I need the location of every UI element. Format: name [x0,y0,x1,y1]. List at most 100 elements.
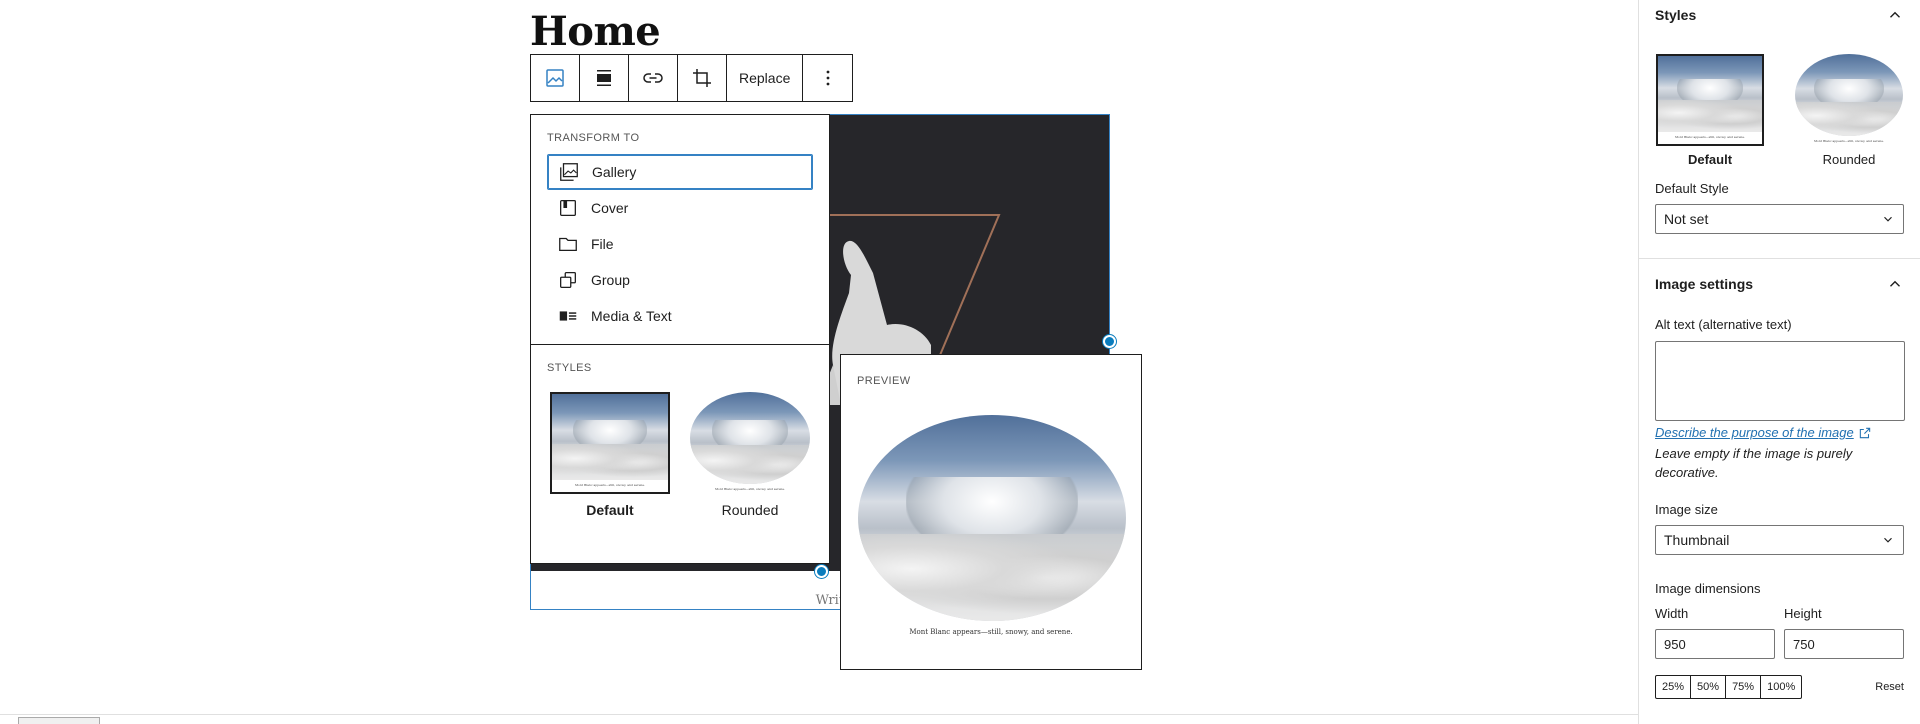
percent-25-button[interactable]: 25% [1656,676,1692,698]
image-settings-header[interactable]: Image settings [1639,269,1920,299]
external-link-icon [1859,427,1870,438]
image-size-label: Image size [1655,502,1718,517]
percent-50-button[interactable]: 50% [1691,676,1727,698]
align-button[interactable] [580,55,629,101]
style-preview-popover: Preview Mont Blanc appears—still, snowy,… [840,354,1142,670]
transform-item-media-text[interactable]: Media & Text [547,298,813,334]
style-label: Default [1687,152,1733,167]
alt-text-help-link[interactable]: Describe the purpose of the image [1639,425,1920,440]
image-icon [546,69,564,87]
settings-sidebar: Styles Mont Blanc appears—still, snowy, … [1638,0,1920,724]
transform-list: Transform to Gallery Cover File Group Me… [531,115,829,345]
style-thumbnail: Mont Blanc appears—still, snowy, and ser… [550,392,670,494]
sidebar-style-default[interactable]: Mont Blanc appears—still, snowy, and ser… [1655,54,1765,167]
editor-footer [0,714,1638,724]
styles-panel-title: Styles [1655,7,1697,23]
default-style-select[interactable]: Not set [1655,204,1904,234]
more-options-button[interactable] [803,55,853,101]
page-title[interactable]: Home [530,8,661,55]
transform-item-label: File [591,236,614,252]
height-input[interactable]: 750 [1784,629,1904,659]
style-thumbnail: Mont Blanc appears—still, snowy, and ser… [1795,54,1903,146]
styles-panel-header[interactable]: Styles [1639,0,1920,30]
align-icon [597,70,611,86]
resize-handle-bottom[interactable] [815,565,828,578]
image-size-value: Thumbnail [1664,532,1730,548]
image-settings-title: Image settings [1655,276,1754,292]
thumbnail-image [1658,56,1762,132]
transform-item-label: Gallery [592,164,637,180]
block-toolbar: Replace [530,54,854,102]
help-link-text: Describe the purpose of the image [1655,425,1854,440]
style-option-rounded[interactable]: Mont Blanc appears—still, snowy, and ser… [689,392,811,518]
thumbnail-caption: Mont Blanc appears—still, snowy, and ser… [1813,139,1884,143]
default-style-value: Not set [1664,211,1709,227]
image-size-select[interactable]: Thumbnail [1655,525,1904,555]
alt-text-label: Alt text (alternative text) [1655,317,1792,332]
transform-item-label: Media & Text [591,308,672,324]
transform-item-group[interactable]: Group [547,262,813,298]
gallery-icon [560,163,578,181]
chevron-up-icon [1890,11,1900,18]
resize-handle-right[interactable] [1103,335,1116,348]
style-thumbnail: Mont Blanc appears—still, snowy, and ser… [1656,54,1764,146]
cover-icon [560,200,576,216]
more-vertical-icon [826,70,830,86]
link-button[interactable] [629,55,678,101]
image-dimensions-label: Image dimensions [1655,581,1761,596]
thumbnail-caption: Mont Blanc appears—still, snowy, and ser… [574,483,645,487]
media-text-icon [559,311,577,321]
alt-text-input[interactable] [1655,341,1905,421]
preview-caption: Mont Blanc appears—still, snowy, and ser… [909,628,1073,636]
thumbnail-image [690,392,810,484]
transform-heading: Transform to [547,132,640,144]
file-icon [559,237,577,252]
percent-button-group: 25% 50% 75% 100% [1655,675,1803,699]
transform-item-gallery[interactable]: Gallery [547,154,813,190]
block-breadcrumb[interactable] [18,717,100,724]
height-label: Height [1784,606,1822,621]
transform-item-file[interactable]: File [547,226,813,262]
default-style-label: Default Style [1655,181,1729,196]
styles-heading: Styles [547,362,592,374]
block-type-button[interactable] [531,55,580,101]
style-option-default[interactable]: Mont Blanc appears—still, snowy, and ser… [549,392,671,518]
crop-button[interactable] [678,55,727,101]
chevron-down-icon [1884,216,1892,222]
crop-icon [693,69,711,87]
style-label: Rounded [721,502,779,518]
style-label: Default [586,502,634,518]
group-icon [560,272,576,288]
scale-controls: 25% 50% 75% 100% Reset [1639,675,1920,699]
panel-divider [1639,258,1920,259]
thumbnail-image [552,394,668,480]
editor-canvas: Home Write captio Replace [0,0,1638,714]
alt-text-help: Leave empty if the image is purely decor… [1655,446,1853,480]
percent-100-button[interactable]: 100% [1761,676,1801,698]
style-thumbnail: Mont Blanc appears—still, snowy, and ser… [690,392,810,494]
chevron-down-icon [1884,537,1892,543]
replace-button[interactable]: Replace [727,55,804,101]
height-column: Height 750 [1784,606,1904,659]
chevron-up-icon [1890,280,1900,287]
reset-dimensions-button[interactable]: Reset [1875,681,1904,693]
sidebar-style-options: Mont Blanc appears—still, snowy, and ser… [1639,30,1920,167]
thumbnail-caption: Mont Blanc appears—still, snowy, and ser… [714,487,785,491]
styles-section: Styles Mont Blanc appears—still, snowy, … [531,345,829,518]
transform-item-label: Group [591,272,630,288]
width-label: Width [1655,606,1689,621]
transform-dropdown: Transform to Gallery Cover File Group Me… [530,114,830,564]
transform-item-label: Cover [591,200,629,216]
sidebar-style-rounded[interactable]: Mont Blanc appears—still, snowy, and ser… [1794,54,1904,167]
style-options: Mont Blanc appears—still, snowy, and ser… [547,392,813,518]
dimension-fields: Width 950 Height 750 [1639,606,1920,659]
preview-image [858,415,1126,621]
thumbnail-image [1795,54,1903,136]
transform-item-cover[interactable]: Cover [547,190,813,226]
width-input[interactable]: 950 [1655,629,1775,659]
percent-75-button[interactable]: 75% [1726,676,1762,698]
preview-heading: Preview [857,375,911,387]
style-label: Rounded [1822,152,1876,167]
width-column: Width 950 [1655,606,1775,659]
link-icon [643,73,663,83]
